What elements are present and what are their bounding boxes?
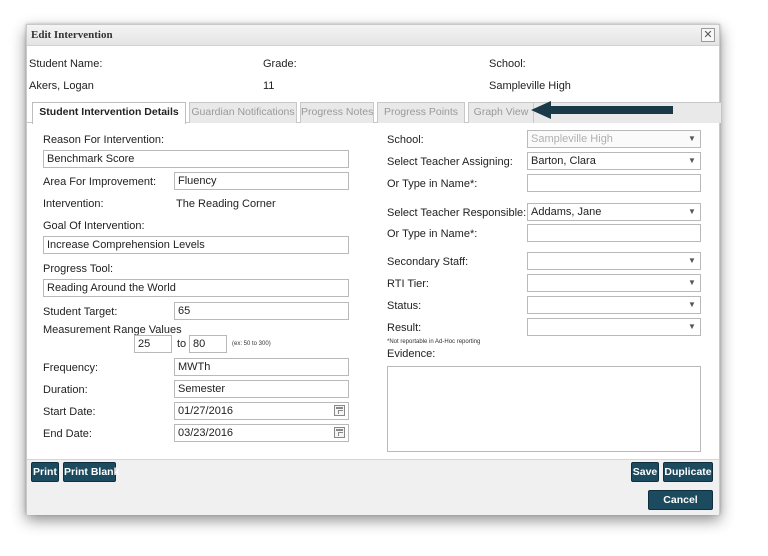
dialog-footer: Print Print Blank Save Duplicate Cancel (27, 459, 719, 515)
right-school-label: School: (387, 134, 424, 146)
grade-value: 11 (263, 80, 275, 92)
reason-field[interactable]: Benchmark Score (43, 150, 349, 168)
chevron-down-icon: ▼ (688, 207, 696, 216)
pointer-arrow-icon (531, 101, 673, 119)
calendar-icon[interactable] (334, 427, 345, 438)
tab-progress-notes[interactable]: Progress Notes (300, 102, 374, 123)
result-select[interactable]: ▼ (527, 318, 701, 336)
close-icon[interactable]: ✕ (701, 28, 715, 42)
rti-tier-label: RTI Tier: (387, 278, 429, 290)
end-date-value: 03/23/2016 (178, 427, 234, 439)
type-name-label-responsible: Or Type in Name*: (387, 228, 478, 240)
student-name-value: Akers, Logan (29, 80, 94, 92)
teacher-responsible-label: Select Teacher Responsible: (387, 207, 527, 219)
range-hint: (ex: 50 to 300) (232, 341, 271, 347)
start-date-field[interactable]: 01/27/2016 (174, 402, 349, 420)
teacher-assigning-value: Barton, Clara (531, 155, 596, 167)
progress-tool-field[interactable]: Reading Around the World (43, 279, 349, 297)
area-field[interactable]: Fluency (174, 172, 349, 190)
chevron-down-icon: ▼ (688, 322, 696, 331)
intervention-label: Intervention: (43, 198, 104, 210)
teacher-responsible-value: Addams, Jane (531, 206, 602, 218)
start-date-label: Start Date: (43, 406, 96, 418)
cancel-button[interactable]: Cancel (648, 490, 713, 510)
tab-graph-view[interactable]: Graph View (468, 102, 534, 123)
start-date-value: 01/27/2016 (178, 405, 234, 417)
evidence-label: Evidence: (387, 348, 436, 360)
tab-student-intervention-details[interactable]: Student Intervention Details (32, 102, 186, 124)
end-date-label: End Date: (43, 428, 92, 440)
teacher-assigning-label: Select Teacher Assigning: (387, 156, 513, 168)
progress-tool-label: Progress Tool: (43, 263, 114, 275)
teacher-responsible-select[interactable]: Addams, Jane ▼ (527, 203, 701, 221)
intervention-value: The Reading Corner (176, 198, 276, 210)
status-select[interactable]: ▼ (527, 296, 701, 314)
range-min-field[interactable]: 25 (134, 335, 172, 353)
range-to-label: to (177, 338, 187, 350)
result-label: Result: (387, 322, 422, 334)
chevron-down-icon: ▼ (688, 300, 696, 309)
save-button[interactable]: Save (631, 462, 659, 482)
print-button[interactable]: Print (31, 462, 59, 482)
teacher-assigning-select[interactable]: Barton, Clara ▼ (527, 152, 701, 170)
student-target-field[interactable]: 65 (174, 302, 349, 320)
tab-guardian-notifications[interactable]: Guardian Notifications (189, 102, 297, 123)
adhoc-note: *Not reportable in Ad-Hoc reporting (387, 339, 481, 345)
duration-label: Duration: (43, 384, 88, 396)
frequency-field[interactable]: MWTh (174, 358, 349, 376)
type-name-label-assigning: Or Type in Name*: (387, 178, 478, 190)
secondary-staff-label: Secondary Staff: (387, 256, 469, 268)
chevron-down-icon: ▼ (688, 134, 696, 143)
school-value: Sampleville High (489, 80, 571, 92)
school-select-value: Sampleville High (531, 133, 613, 145)
duration-field[interactable]: Semester (174, 380, 349, 398)
chevron-down-icon: ▼ (688, 256, 696, 265)
reason-label: Reason For Intervention: (43, 134, 165, 146)
edit-intervention-dialog: Edit Intervention ✕ Student Name: Grade:… (26, 24, 721, 515)
chevron-down-icon: ▼ (688, 156, 696, 165)
secondary-staff-select[interactable]: ▼ (527, 252, 701, 270)
type-name-field-responsible[interactable] (527, 224, 701, 242)
end-date-field[interactable]: 03/23/2016 (174, 424, 349, 442)
evidence-textarea[interactable] (387, 366, 701, 452)
school-label: School: (489, 58, 526, 70)
area-label: Area For Improvement: (43, 176, 157, 188)
print-blank-button[interactable]: Print Blank (63, 462, 119, 482)
tab-progress-points[interactable]: Progress Points (377, 102, 465, 123)
type-name-field-assigning[interactable] (527, 174, 701, 192)
goal-label: Goal Of Intervention: (43, 220, 145, 232)
student-target-label: Student Target: (43, 306, 118, 318)
dialog-title: Edit Intervention (31, 29, 113, 41)
dialog-titlebar: Edit Intervention ✕ (27, 25, 719, 46)
school-select: Sampleville High ▼ (527, 130, 701, 148)
range-max-field[interactable]: 80 (189, 335, 227, 353)
calendar-icon[interactable] (334, 405, 345, 416)
goal-field[interactable]: Increase Comprehension Levels (43, 236, 349, 254)
frequency-label: Frequency: (43, 362, 99, 374)
duplicate-button[interactable]: Duplicate (663, 462, 713, 482)
chevron-down-icon: ▼ (688, 278, 696, 287)
grade-label: Grade: (263, 58, 297, 70)
student-name-label: Student Name: (29, 58, 103, 70)
status-label: Status: (387, 300, 422, 312)
rti-tier-select[interactable]: ▼ (527, 274, 701, 292)
